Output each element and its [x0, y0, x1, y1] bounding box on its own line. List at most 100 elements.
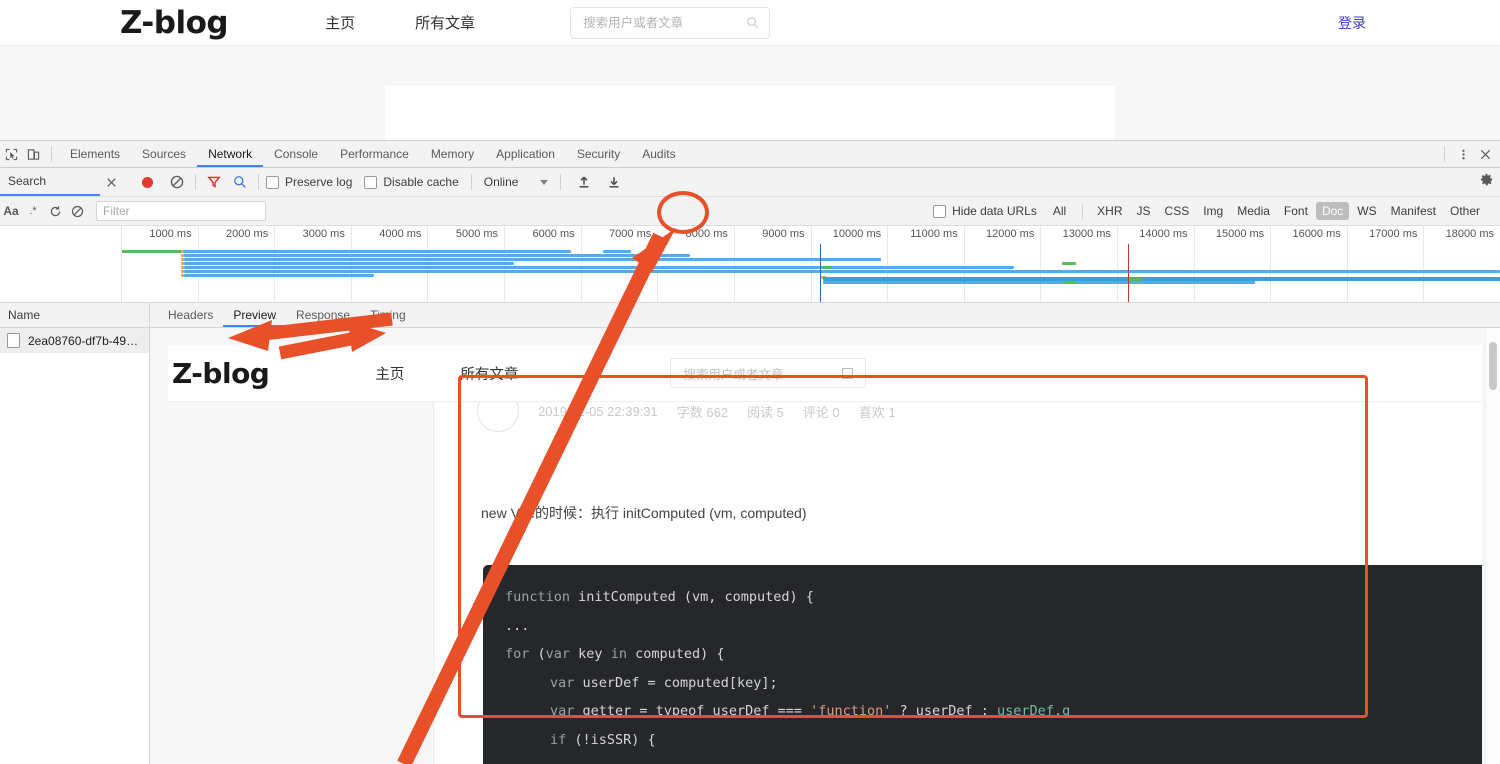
throttling-dropdown[interactable]: Online: [484, 175, 549, 189]
timeline-left-gutter: [0, 226, 122, 302]
filter-doc[interactable]: Doc: [1315, 202, 1350, 220]
waterfall-bar: [121, 250, 183, 253]
chevron-down-icon: [540, 179, 549, 185]
timeline-tick-label: 16000 ms: [1292, 228, 1341, 240]
timeline-tick-label: 5000 ms: [455, 228, 499, 240]
site-login-link[interactable]: 登录: [1338, 13, 1366, 33]
timeline-tick-label: 2000 ms: [226, 228, 269, 240]
timeline-tick-label: 8000 ms: [685, 228, 728, 240]
preserve-log-checkbox[interactable]: Preserve log: [266, 175, 352, 189]
tab-headers[interactable]: Headers: [158, 303, 223, 327]
tab-audits[interactable]: Audits: [631, 141, 686, 167]
clear-search-icon[interactable]: [66, 200, 88, 222]
waterfall-bar: [184, 270, 1500, 273]
hide-data-urls-checkbox[interactable]: Hide data URLs: [933, 204, 1037, 218]
waterfall-bar: [823, 281, 1255, 284]
filter-ws[interactable]: WS: [1351, 202, 1382, 220]
clear-requests-icon[interactable]: [166, 171, 188, 193]
request-list-header[interactable]: Name: [0, 303, 149, 328]
tab-console[interactable]: Console: [263, 141, 329, 167]
code-line-6: if (!isSSR) {: [550, 731, 656, 748]
tab-sources[interactable]: Sources: [131, 141, 197, 167]
preview-scrollbar-track[interactable]: [1485, 328, 1500, 764]
timeline-gridline: [580, 226, 582, 302]
article-code-block: function initComputed (vm, computed) { .…: [483, 565, 1482, 764]
preview-search-box[interactable]: 搜索用户或者文章: [670, 358, 867, 388]
site-nav-home[interactable]: 主页: [325, 12, 355, 33]
preview-viewport: Z-blog 主页 所有文章 搜索用户或者文章 2019-11-05 22:39…: [150, 328, 1500, 764]
match-case-button[interactable]: Aa: [0, 200, 22, 222]
tab-performance[interactable]: Performance: [329, 141, 420, 167]
network-settings-icon[interactable]: [1479, 172, 1494, 187]
timeline-tick-label: 7000 ms: [609, 228, 652, 240]
site-search-box[interactable]: [570, 6, 771, 39]
timeline-gridline: [963, 226, 965, 302]
timeline-gridline: [887, 226, 889, 302]
tab-elements[interactable]: Elements: [59, 141, 131, 167]
search-requests-icon[interactable]: [229, 171, 251, 193]
site-nav-all-posts[interactable]: 所有文章: [415, 12, 475, 33]
regex-button[interactable]: .*: [22, 200, 44, 222]
drawer-close-icon[interactable]: [100, 168, 122, 196]
filter-manifest[interactable]: Manifest: [1385, 202, 1442, 220]
inspect-element-icon[interactable]: [0, 143, 22, 165]
network-main-split: Name 2ea08760-df7b-49… Headers Preview R…: [0, 303, 1500, 764]
more-options-icon[interactable]: [1452, 143, 1474, 165]
timeline-tick-label: 12000 ms: [986, 228, 1035, 240]
site-search-input[interactable]: [581, 14, 747, 31]
tab-memory[interactable]: Memory: [420, 141, 485, 167]
export-har-icon[interactable]: [603, 171, 625, 193]
toggle-device-toolbar-icon[interactable]: [22, 143, 44, 165]
close-devtools-icon[interactable]: [1474, 143, 1496, 165]
filter-xhr[interactable]: XHR: [1091, 202, 1128, 220]
filter-img[interactable]: Img: [1197, 202, 1229, 220]
tab-network[interactable]: Network: [197, 141, 264, 167]
preview-search-placeholder: 搜索用户或者文章: [683, 367, 784, 382]
tab-security[interactable]: Security: [566, 141, 631, 167]
filter-css[interactable]: CSS: [1159, 202, 1196, 220]
request-detail-pane: Headers Preview Response Timing Z-blog 主…: [150, 303, 1500, 764]
article-date: 2019-11-05 22:39:31: [538, 403, 658, 419]
tabbar-divider: [51, 146, 52, 162]
filter-other[interactable]: Other: [1444, 202, 1486, 220]
import-har-icon[interactable]: [573, 171, 595, 193]
timeline-tick-label: 3000 ms: [302, 228, 345, 240]
refresh-search-icon[interactable]: [44, 200, 66, 222]
waterfall-bar: [184, 254, 690, 257]
tab-application[interactable]: Application: [485, 141, 566, 167]
preview-scrollbar-thumb[interactable]: [1489, 342, 1497, 390]
devtools-search-and-network-toolbar: Search Preserve log Disable cache Online: [0, 168, 1500, 197]
disable-cache-checkbox[interactable]: Disable cache: [364, 175, 459, 189]
article-reads: 阅读 5: [747, 404, 784, 420]
site-brand: Z-blog: [120, 4, 229, 41]
drawer-tab-search[interactable]: Search: [0, 168, 100, 196]
preview-site-header: Z-blog 主页 所有文章 搜索用户或者文章: [168, 345, 1482, 402]
record-button[interactable]: [136, 171, 158, 193]
filter-font[interactable]: Font: [1278, 202, 1314, 220]
tab-preview[interactable]: Preview: [223, 303, 287, 327]
devtools-tabbar: Elements Sources Network Console Perform…: [0, 141, 1500, 168]
disable-cache-box[interactable]: [364, 175, 378, 189]
hide-data-urls-box[interactable]: [933, 204, 947, 218]
tab-response[interactable]: Response: [286, 303, 360, 327]
article-paragraph: new Vue的时候：执行 initComputed (vm, computed…: [481, 505, 807, 521]
preserve-log-box[interactable]: [266, 175, 279, 189]
tab-timing[interactable]: Timing: [360, 303, 416, 327]
filter-input[interactable]: [96, 201, 266, 221]
timeline-gridline: [1270, 226, 1272, 302]
filter-toggle-icon[interactable]: [203, 171, 225, 193]
preview-nav-all-posts[interactable]: 所有文章: [460, 363, 518, 384]
timeline-tick-label: 17000 ms: [1369, 228, 1418, 240]
hide-data-urls-label: Hide data URLs: [952, 204, 1037, 218]
preview-article: 2019-11-05 22:39:31 字数 662 阅读 5 评论 0 喜欢 …: [434, 402, 1482, 764]
filter-all[interactable]: All: [1047, 202, 1072, 220]
timeline-tick-label: 15000 ms: [1215, 228, 1265, 240]
request-row[interactable]: 2ea08760-df7b-49…: [0, 328, 149, 353]
timeline-tick-label: 18000 ms: [1445, 228, 1494, 240]
waterfall-bar: [1063, 281, 1077, 284]
filter-media[interactable]: Media: [1231, 202, 1276, 220]
network-overview-timeline[interactable]: 1000 ms 2000 ms 3000 ms 4000 ms 5000 ms 6000 …: [0, 226, 1500, 303]
filter-js[interactable]: JS: [1131, 202, 1157, 220]
preview-brand: Z-blog: [172, 356, 270, 390]
preview-nav-home[interactable]: 主页: [375, 363, 404, 384]
